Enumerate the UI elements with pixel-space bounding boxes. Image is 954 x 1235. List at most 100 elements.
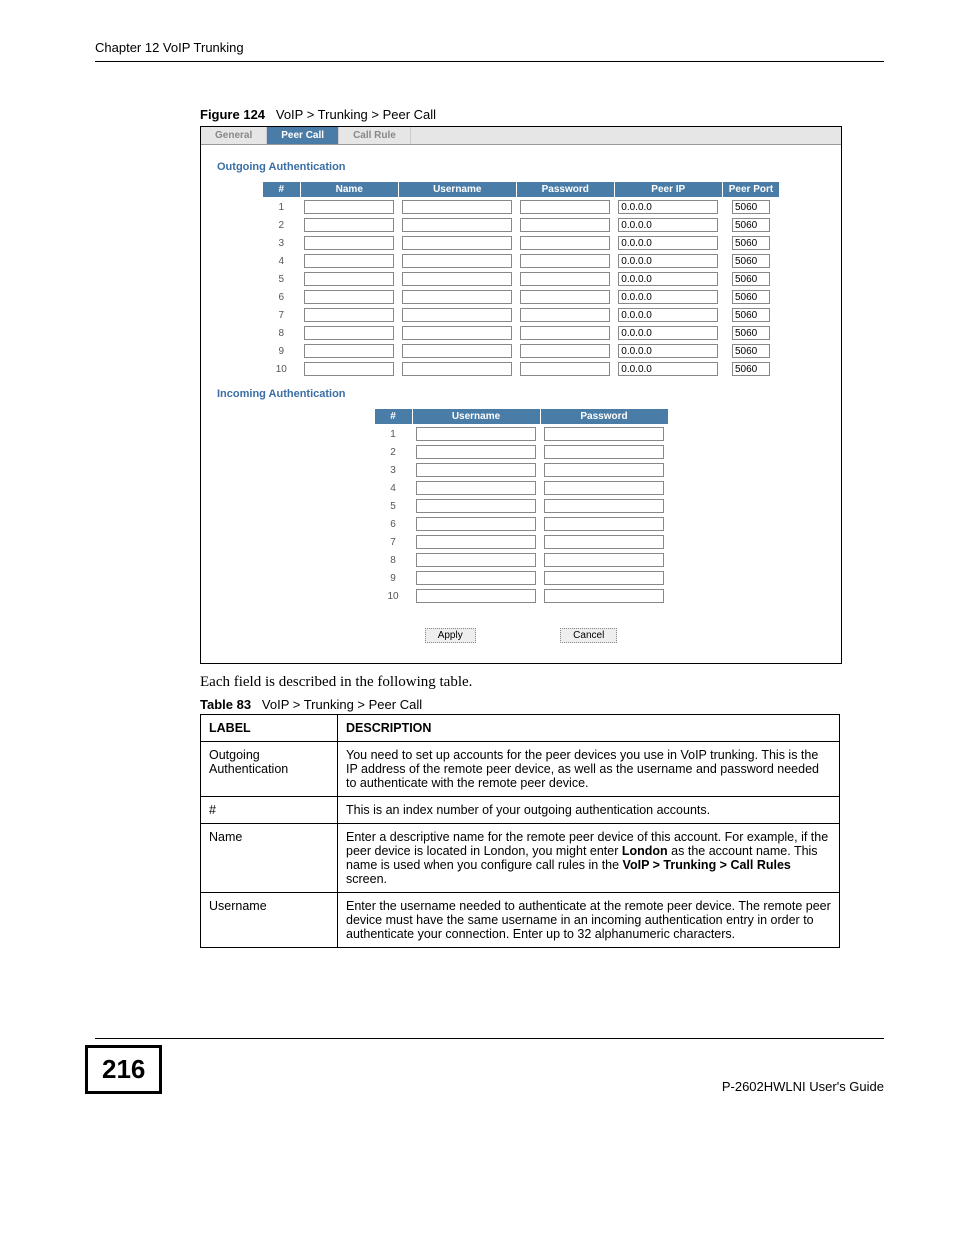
username-input[interactable]: [416, 535, 536, 549]
peer-ip-input[interactable]: [618, 272, 718, 286]
name-input[interactable]: [304, 326, 394, 340]
username-input[interactable]: [416, 427, 536, 441]
username-input[interactable]: [402, 200, 512, 214]
peer-port-input[interactable]: [732, 344, 770, 358]
username-input[interactable]: [416, 517, 536, 531]
name-input[interactable]: [304, 362, 394, 376]
username-input[interactable]: [416, 571, 536, 585]
password-input[interactable]: [520, 254, 610, 268]
password-input[interactable]: [544, 571, 664, 585]
name-input[interactable]: [304, 218, 394, 232]
password-input[interactable]: [520, 218, 610, 232]
row-index: 10: [262, 360, 300, 378]
tab-general[interactable]: General: [201, 127, 267, 144]
username-input[interactable]: [416, 445, 536, 459]
peer-port-input[interactable]: [732, 326, 770, 340]
table-row: 2: [374, 443, 668, 461]
peer-ip-input[interactable]: [618, 308, 718, 322]
desc-label: #: [201, 797, 338, 824]
peer-port-input[interactable]: [732, 290, 770, 304]
username-input[interactable]: [402, 272, 512, 286]
desc-head-label: LABEL: [201, 715, 338, 742]
peer-ip-input[interactable]: [618, 218, 718, 232]
peer-ip-input[interactable]: [618, 326, 718, 340]
username-input[interactable]: [416, 499, 536, 513]
table-row: 2: [262, 216, 779, 234]
col-username: Username: [398, 182, 516, 198]
desc-label: Name: [201, 824, 338, 893]
col-peer-port: Peer Port: [722, 182, 779, 198]
username-input[interactable]: [416, 553, 536, 567]
password-input[interactable]: [520, 326, 610, 340]
desc-text: Enter a descriptive name for the remote …: [338, 824, 840, 893]
guide-name: P-2602HWLNI User's Guide: [722, 1079, 884, 1094]
row-index: 6: [262, 288, 300, 306]
password-input[interactable]: [520, 272, 610, 286]
table-row: 3: [374, 461, 668, 479]
password-input[interactable]: [544, 535, 664, 549]
peer-port-input[interactable]: [732, 218, 770, 232]
password-input[interactable]: [520, 200, 610, 214]
peer-ip-input[interactable]: [618, 200, 718, 214]
cancel-button[interactable]: Cancel: [560, 628, 617, 643]
name-input[interactable]: [304, 236, 394, 250]
row-index: 6: [374, 515, 412, 533]
row-index: 9: [262, 342, 300, 360]
table-row: #This is an index number of your outgoin…: [201, 797, 840, 824]
password-input[interactable]: [520, 308, 610, 322]
body-text: Each field is described in the following…: [200, 674, 884, 691]
peer-port-input[interactable]: [732, 308, 770, 322]
username-input[interactable]: [402, 236, 512, 250]
name-input[interactable]: [304, 344, 394, 358]
username-input[interactable]: [402, 344, 512, 358]
tab-peer-call[interactable]: Peer Call: [267, 127, 339, 144]
peer-ip-input[interactable]: [618, 362, 718, 376]
apply-button[interactable]: Apply: [425, 628, 476, 643]
password-input[interactable]: [520, 344, 610, 358]
password-input[interactable]: [544, 481, 664, 495]
desc-text: Enter the username needed to authenticat…: [338, 893, 840, 948]
password-input[interactable]: [544, 445, 664, 459]
password-input[interactable]: [544, 499, 664, 513]
peer-port-input[interactable]: [732, 200, 770, 214]
password-input[interactable]: [544, 517, 664, 531]
peer-ip-input[interactable]: [618, 290, 718, 304]
peer-port-input[interactable]: [732, 254, 770, 268]
peer-port-input[interactable]: [732, 272, 770, 286]
peer-ip-input[interactable]: [618, 344, 718, 358]
name-input[interactable]: [304, 200, 394, 214]
chapter-header: Chapter 12 VoIP Trunking: [95, 40, 884, 62]
username-input[interactable]: [402, 290, 512, 304]
name-input[interactable]: [304, 290, 394, 304]
password-input[interactable]: [544, 463, 664, 477]
password-input[interactable]: [544, 427, 664, 441]
name-input[interactable]: [304, 308, 394, 322]
peer-port-input[interactable]: [732, 362, 770, 376]
password-input[interactable]: [520, 290, 610, 304]
table-row: 10: [262, 360, 779, 378]
username-input[interactable]: [416, 481, 536, 495]
row-index: 7: [262, 306, 300, 324]
password-input[interactable]: [544, 553, 664, 567]
username-input[interactable]: [402, 308, 512, 322]
peer-port-input[interactable]: [732, 236, 770, 250]
row-index: 10: [374, 587, 412, 605]
password-input[interactable]: [544, 589, 664, 603]
row-index: 1: [262, 198, 300, 217]
name-input[interactable]: [304, 254, 394, 268]
peer-ip-input[interactable]: [618, 254, 718, 268]
row-index: 3: [262, 234, 300, 252]
tab-call-rule[interactable]: Call Rule: [339, 127, 411, 144]
password-input[interactable]: [520, 236, 610, 250]
tab-bar: General Peer Call Call Rule: [201, 127, 841, 145]
password-input[interactable]: [520, 362, 610, 376]
username-input[interactable]: [402, 218, 512, 232]
username-input[interactable]: [416, 589, 536, 603]
row-index: 7: [374, 533, 412, 551]
name-input[interactable]: [304, 272, 394, 286]
peer-ip-input[interactable]: [618, 236, 718, 250]
username-input[interactable]: [402, 362, 512, 376]
username-input[interactable]: [402, 254, 512, 268]
username-input[interactable]: [416, 463, 536, 477]
username-input[interactable]: [402, 326, 512, 340]
